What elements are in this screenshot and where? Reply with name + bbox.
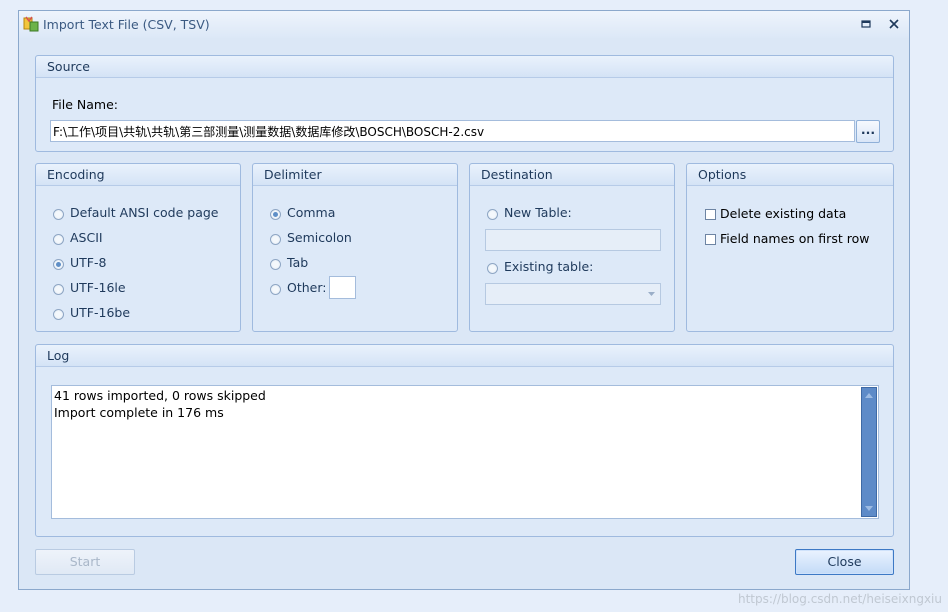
start-button[interactable]: Start bbox=[35, 549, 135, 575]
encoding-option-label[interactable]: UTF-8 bbox=[70, 255, 106, 270]
encoding-radio-default-ansi[interactable] bbox=[53, 209, 64, 220]
encoding-radio-ascii[interactable] bbox=[53, 234, 64, 245]
delete-existing-label[interactable]: Delete existing data bbox=[720, 206, 846, 221]
source-header: Source bbox=[36, 56, 893, 78]
import-app-icon bbox=[23, 16, 39, 32]
encoding-radio-utf16be[interactable] bbox=[53, 309, 64, 320]
file-path-input[interactable] bbox=[50, 120, 855, 142]
encoding-option-label[interactable]: UTF-16le bbox=[70, 280, 126, 295]
minimize-icon bbox=[861, 20, 871, 28]
scroll-up-icon[interactable] bbox=[865, 393, 873, 398]
log-scrollbar[interactable] bbox=[861, 387, 877, 517]
delimiter-option-label[interactable]: Semicolon bbox=[287, 230, 352, 245]
options-panel: Options Delete existing data Field names… bbox=[686, 163, 894, 332]
close-button[interactable]: Close bbox=[795, 549, 894, 575]
delimiter-radio-other[interactable] bbox=[270, 284, 281, 295]
watermark-url: https://blog.csdn.net/heiseixngxiu bbox=[737, 592, 942, 606]
field-names-checkbox[interactable] bbox=[705, 234, 716, 245]
import-dialog: Import Text File (CSV, TSV) Source File … bbox=[18, 10, 910, 590]
delimiter-radio-comma[interactable] bbox=[270, 209, 281, 220]
encoding-radio-utf8[interactable] bbox=[53, 259, 64, 270]
source-panel: Source File Name: ... bbox=[35, 55, 894, 152]
minimize-button[interactable] bbox=[857, 15, 875, 33]
delimiter-option-label[interactable]: Tab bbox=[287, 255, 308, 270]
encoding-panel: Encoding Default ANSI code page ASCII UT… bbox=[35, 163, 241, 332]
delimiter-option-label[interactable]: Other: bbox=[287, 280, 326, 295]
other-delimiter-input[interactable] bbox=[329, 276, 356, 299]
options-header: Options bbox=[687, 164, 893, 186]
destination-header: Destination bbox=[470, 164, 674, 186]
encoding-option-label[interactable]: ASCII bbox=[70, 230, 103, 245]
delimiter-radio-semicolon[interactable] bbox=[270, 234, 281, 245]
log-panel: Log 41 rows imported, 0 rows skipped Imp… bbox=[35, 344, 894, 537]
file-name-label: File Name: bbox=[52, 97, 118, 112]
log-header: Log bbox=[36, 345, 893, 367]
delimiter-header: Delimiter bbox=[253, 164, 457, 186]
browse-button[interactable]: ... bbox=[856, 120, 880, 143]
destination-panel: Destination New Table: Existing table: bbox=[469, 163, 675, 332]
delimiter-panel: Delimiter Comma Semicolon Tab Other: bbox=[252, 163, 458, 332]
existing-table-combo[interactable] bbox=[485, 283, 661, 305]
encoding-radio-utf16le[interactable] bbox=[53, 284, 64, 295]
encoding-option-label[interactable]: Default ANSI code page bbox=[70, 205, 218, 220]
destination-radio-existing-table[interactable] bbox=[487, 263, 498, 274]
chevron-down-icon bbox=[648, 292, 655, 296]
close-window-button[interactable] bbox=[885, 15, 903, 33]
field-names-label[interactable]: Field names on first row bbox=[720, 231, 869, 246]
delimiter-radio-tab[interactable] bbox=[270, 259, 281, 270]
new-table-label[interactable]: New Table: bbox=[504, 205, 572, 220]
new-table-input[interactable] bbox=[485, 229, 661, 251]
log-textarea[interactable]: 41 rows imported, 0 rows skipped Import … bbox=[51, 385, 879, 519]
delimiter-option-label[interactable]: Comma bbox=[287, 205, 335, 220]
title-bar[interactable]: Import Text File (CSV, TSV) bbox=[19, 11, 909, 38]
log-line: 41 rows imported, 0 rows skipped bbox=[54, 388, 266, 403]
close-icon bbox=[889, 19, 899, 29]
destination-radio-new-table[interactable] bbox=[487, 209, 498, 220]
scroll-down-icon[interactable] bbox=[865, 506, 873, 511]
existing-table-label[interactable]: Existing table: bbox=[504, 259, 593, 274]
log-line: Import complete in 176 ms bbox=[54, 405, 224, 420]
window-title: Import Text File (CSV, TSV) bbox=[43, 17, 210, 32]
encoding-option-label[interactable]: UTF-16be bbox=[70, 305, 130, 320]
delete-existing-checkbox[interactable] bbox=[705, 209, 716, 220]
encoding-header: Encoding bbox=[36, 164, 240, 186]
